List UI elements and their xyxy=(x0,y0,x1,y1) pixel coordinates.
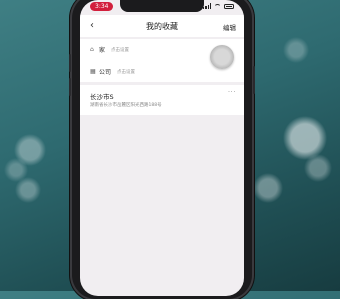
wifi-icon xyxy=(214,3,221,9)
company-hint: 点击设置 xyxy=(117,69,136,75)
battery-icon xyxy=(224,3,234,9)
status-icons xyxy=(203,3,234,9)
assistive-touch-button[interactable] xyxy=(210,45,234,69)
phone-frame: 3:34 ‹ 我的收藏 编辑 ⌂ 家 点击设置 ▦ 公司 点击设置 长沙市S 湖… xyxy=(69,0,255,299)
home-icon: ⌂ xyxy=(90,45,94,53)
side-button xyxy=(253,66,255,94)
side-button xyxy=(69,54,71,72)
favorite-item[interactable]: 长沙市S 湖南省长沙市岳麓区阳光西路188号 ··· xyxy=(80,85,244,115)
notch xyxy=(120,0,204,12)
company-label: 公司 xyxy=(99,69,112,76)
favorite-address: 湖南省长沙市岳麓区阳光西路188号 xyxy=(90,103,162,108)
more-icon[interactable]: ··· xyxy=(228,88,236,96)
status-time: 3:34 xyxy=(90,2,114,11)
signal-icon xyxy=(203,3,211,9)
home-place-row[interactable]: ⌂ 家 点击设置 xyxy=(90,45,129,54)
app-screen: 3:34 ‹ 我的收藏 编辑 ⌂ 家 点击设置 ▦ 公司 点击设置 长沙市S 湖… xyxy=(80,0,244,296)
page-title: 我的收藏 xyxy=(146,22,178,31)
favorite-name: 长沙市S xyxy=(90,93,114,101)
side-button xyxy=(69,78,71,96)
home-label: 家 xyxy=(99,47,106,54)
company-place-row[interactable]: ▦ 公司 点击设置 xyxy=(90,67,135,76)
edit-button[interactable]: 编辑 xyxy=(223,22,236,32)
company-icon: ▦ xyxy=(90,67,96,75)
home-hint: 点击设置 xyxy=(111,47,130,53)
nav-bar: ‹ 我的收藏 编辑 xyxy=(80,15,244,37)
